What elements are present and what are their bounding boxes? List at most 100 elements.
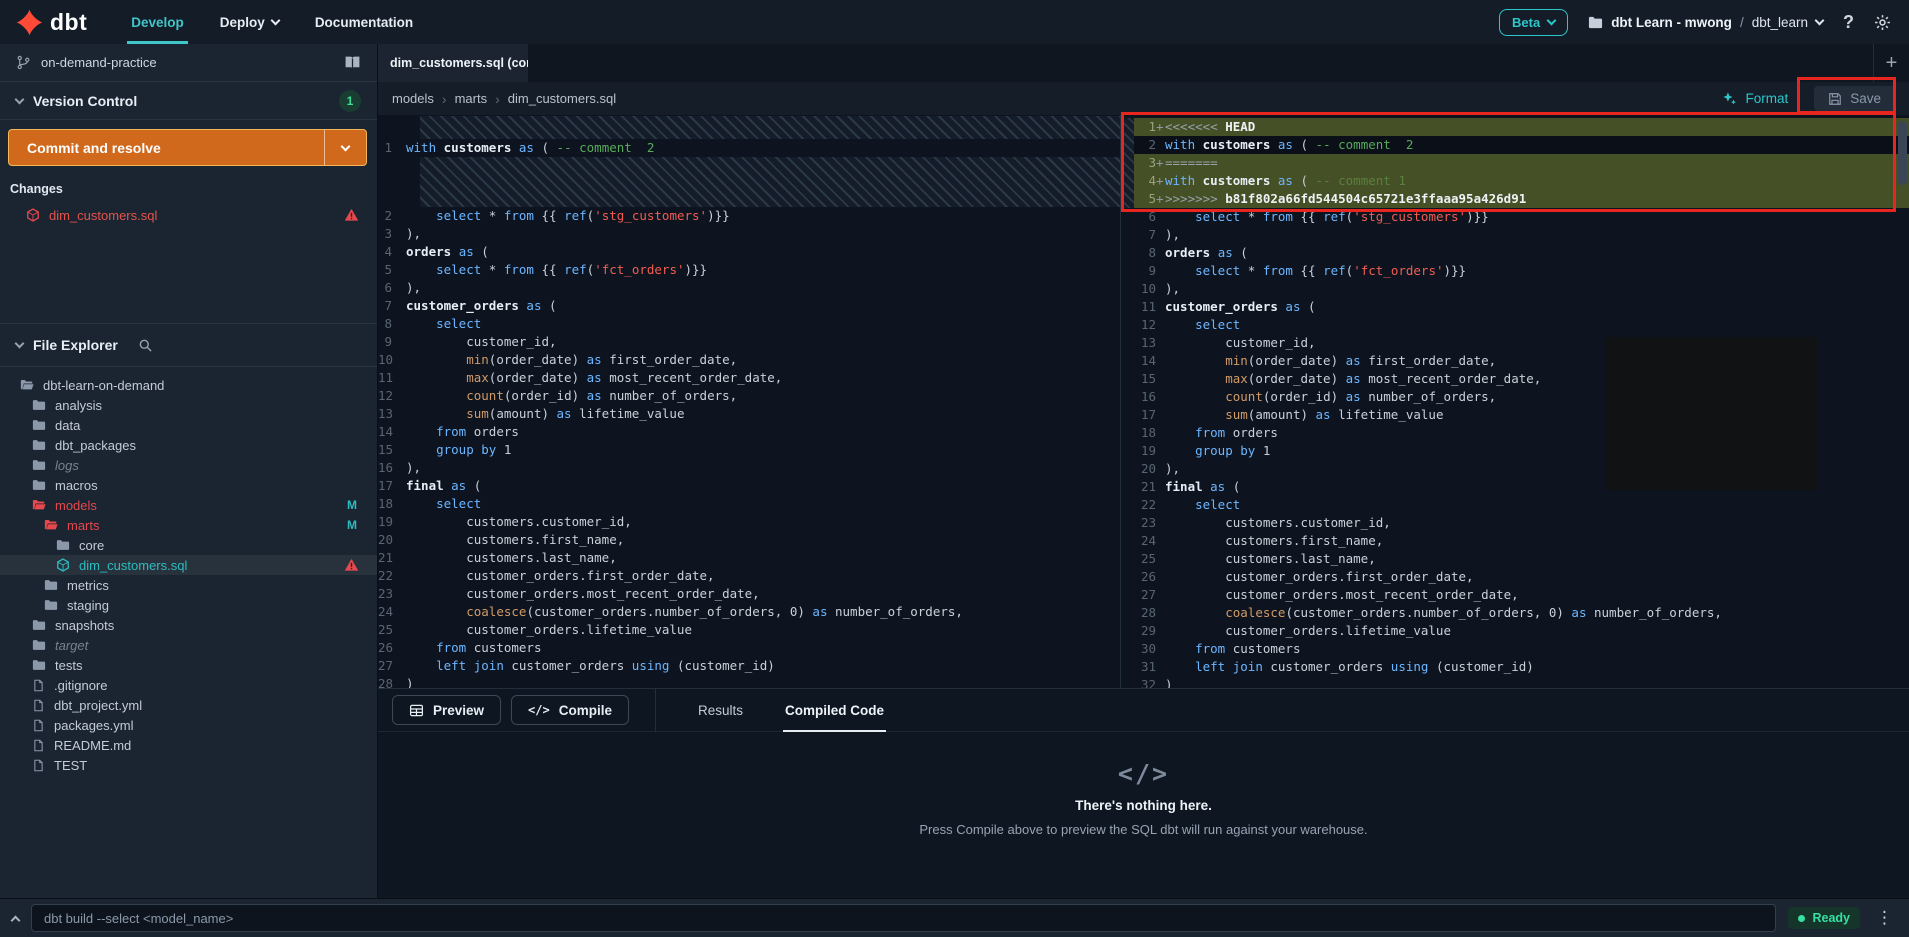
tree-item-macros[interactable]: macros xyxy=(0,475,377,495)
tree-item-target[interactable]: target xyxy=(0,635,377,655)
code-line-23[interactable]: 23 customer_orders.most_recent_order_dat… xyxy=(378,585,1120,603)
tree-item-marts[interactable]: martsM xyxy=(0,515,377,535)
preview-button[interactable]: Preview xyxy=(392,695,501,725)
tree-item-test[interactable]: TEST xyxy=(0,755,377,775)
diff-line-6[interactable]: 6 select * from {{ ref('stg_customers')}… xyxy=(1134,208,1909,226)
gear-icon[interactable] xyxy=(1874,14,1891,31)
diff-line-11[interactable]: 11 customer_orders as ( xyxy=(1134,298,1909,316)
branch-selector[interactable]: on-demand-practice xyxy=(0,44,377,82)
code-line-19[interactable]: 19 customers.customer_id, xyxy=(378,513,1120,531)
diff-line-4[interactable]: 4+with customers as ( -- comment 1 xyxy=(1134,172,1909,190)
code-line-16[interactable]: 16), xyxy=(378,459,1120,477)
code-line-17[interactable]: 17final as ( xyxy=(378,477,1120,495)
diff-line-12[interactable]: 12 select xyxy=(1134,316,1909,334)
tree-item-logs[interactable]: logs xyxy=(0,455,377,475)
code-line-18[interactable]: 18 select xyxy=(378,495,1120,513)
version-control-header[interactable]: Version Control 1 xyxy=(0,82,377,120)
tree-item--gitignore[interactable]: .gitignore xyxy=(0,675,377,695)
diff-scrollbar-thumb[interactable] xyxy=(1898,121,1907,185)
code-line-21[interactable]: 21 customers.last_name, xyxy=(378,549,1120,567)
diff-line-31[interactable]: 31 left join customer_orders using (cust… xyxy=(1134,658,1909,676)
tree-item-tests[interactable]: tests xyxy=(0,655,377,675)
search-icon[interactable] xyxy=(138,338,153,353)
command-input[interactable] xyxy=(31,904,1776,932)
diff-line-7[interactable]: 7 ), xyxy=(1134,226,1909,244)
code-line-8[interactable]: 8 select xyxy=(378,315,1120,333)
diff-line-23[interactable]: 23 customers.customer_id, xyxy=(1134,514,1909,532)
code-line-26[interactable]: 26 from customers xyxy=(378,639,1120,657)
tree-item-models[interactable]: modelsM xyxy=(0,495,377,515)
code-line-20[interactable]: 20 customers.first_name, xyxy=(378,531,1120,549)
code-line-27[interactable]: 27 left join customer_orders using (cust… xyxy=(378,657,1120,675)
new-tab-button[interactable]: + xyxy=(1873,44,1909,82)
code-line-12[interactable]: 12 count(order_id) as number_of_orders, xyxy=(378,387,1120,405)
nav-develop[interactable]: Develop xyxy=(113,0,202,44)
tab-compiled-code[interactable]: Compiled Code xyxy=(769,689,900,732)
code-line-5[interactable]: 5 select * from {{ ref('fct_orders')}} xyxy=(378,261,1120,279)
nav-deploy[interactable]: Deploy xyxy=(202,0,297,44)
tree-item-core[interactable]: core xyxy=(0,535,377,555)
project-breadcrumb[interactable]: dbt Learn - mwong / dbt_learn xyxy=(1588,15,1823,30)
save-button[interactable]: Save xyxy=(1814,86,1895,111)
format-button[interactable]: Format xyxy=(1722,91,1788,106)
code-line-15[interactable]: 15 group by 1 xyxy=(378,441,1120,459)
diff-line-22[interactable]: 22 select xyxy=(1134,496,1909,514)
tree-item-metrics[interactable]: metrics xyxy=(0,575,377,595)
code-line-14[interactable]: 14 from orders xyxy=(378,423,1120,441)
code-line-6[interactable]: 6), xyxy=(378,279,1120,297)
commit-and-resolve-button[interactable]: Commit and resolve xyxy=(8,129,367,166)
breadcrumb-models[interactable]: models xyxy=(392,91,434,106)
diff-line-2[interactable]: 2 with customers as ( -- comment 2 xyxy=(1134,136,1909,154)
help-icon[interactable]: ? xyxy=(1843,12,1854,33)
tree-item-analysis[interactable]: analysis xyxy=(0,395,377,415)
nav-documentation[interactable]: Documentation xyxy=(297,0,431,44)
tree-item-staging[interactable]: staging xyxy=(0,595,377,615)
commit-options-caret[interactable] xyxy=(324,130,366,165)
docs-book-icon[interactable] xyxy=(344,54,361,71)
code-line-7[interactable]: 7customer_orders as ( xyxy=(378,297,1120,315)
code-line-1[interactable]: 1with customers as ( -- comment 2 xyxy=(378,139,1120,157)
file-explorer-header[interactable]: File Explorer xyxy=(0,323,377,367)
breadcrumb-file[interactable]: dim_customers.sql xyxy=(508,91,616,106)
dbt-logo[interactable]: dbt xyxy=(0,9,113,36)
code-line-10[interactable]: 10 min(order_date) as first_order_date, xyxy=(378,351,1120,369)
code-line-28[interactable]: 28) xyxy=(378,675,1120,688)
diff-line-3[interactable]: 3+======= xyxy=(1134,154,1909,172)
diff-line-10[interactable]: 10 ), xyxy=(1134,280,1909,298)
tree-item-packages-yml[interactable]: packages.yml xyxy=(0,715,377,735)
compile-button[interactable]: </> Compile xyxy=(511,695,629,725)
code-line-22[interactable]: 22 customer_orders.first_order_date, xyxy=(378,567,1120,585)
kebab-menu-icon[interactable]: ⋮ xyxy=(1872,908,1897,928)
code-line-9[interactable]: 9 customer_id, xyxy=(378,333,1120,351)
code-line-11[interactable]: 11 max(order_date) as most_recent_order_… xyxy=(378,369,1120,387)
diff-line-29[interactable]: 29 customer_orders.lifetime_value xyxy=(1134,622,1909,640)
tree-item-dbt-learn-on-demand[interactable]: dbt-learn-on-demand xyxy=(0,375,377,395)
diff-line-28[interactable]: 28 coalesce(customer_orders.number_of_or… xyxy=(1134,604,1909,622)
changed-file-dim-customers[interactable]: dim_customers.sql xyxy=(0,204,377,226)
tree-item-snapshots[interactable]: snapshots xyxy=(0,615,377,635)
chevron-up-icon[interactable] xyxy=(11,915,21,925)
code-line-25[interactable]: 25 customer_orders.lifetime_value xyxy=(378,621,1120,639)
diff-line-26[interactable]: 26 customer_orders.first_order_date, xyxy=(1134,568,1909,586)
diff-line-5[interactable]: 5+>>>>>>> b81f802a66fd544504c65721e3ffaa… xyxy=(1134,190,1909,208)
code-line-13[interactable]: 13 sum(amount) as lifetime_value xyxy=(378,405,1120,423)
code-line-3[interactable]: 3), xyxy=(378,225,1120,243)
diff-line-32[interactable]: 32 ) xyxy=(1134,676,1909,688)
diff-line-25[interactable]: 25 customers.last_name, xyxy=(1134,550,1909,568)
diff-line-1[interactable]: 1+<<<<<<< HEAD xyxy=(1134,118,1909,136)
tab-dim-customers[interactable]: dim_customers.sql (confli... × xyxy=(378,44,528,82)
breadcrumb-marts[interactable]: marts xyxy=(455,91,488,106)
beta-dropdown[interactable]: Beta xyxy=(1499,9,1568,36)
tree-item-data[interactable]: data xyxy=(0,415,377,435)
diff-line-27[interactable]: 27 customer_orders.most_recent_order_dat… xyxy=(1134,586,1909,604)
editor-pane-working[interactable]: 1with customers as ( -- comment 2 2 selec… xyxy=(378,115,1120,688)
diff-line-9[interactable]: 9 select * from {{ ref('fct_orders')}} xyxy=(1134,262,1909,280)
diff-line-24[interactable]: 24 customers.first_name, xyxy=(1134,532,1909,550)
code-line-24[interactable]: 24 coalesce(customer_orders.number_of_or… xyxy=(378,603,1120,621)
tree-item-dbt-project-yml[interactable]: dbt_project.yml xyxy=(0,695,377,715)
tree-item-dim-customers-sql[interactable]: dim_customers.sql xyxy=(0,555,377,575)
tab-results[interactable]: Results xyxy=(682,689,759,732)
code-line-2[interactable]: 2 select * from {{ ref('stg_customers')}… xyxy=(378,207,1120,225)
tree-item-dbt-packages[interactable]: dbt_packages xyxy=(0,435,377,455)
diff-line-8[interactable]: 8 orders as ( xyxy=(1134,244,1909,262)
